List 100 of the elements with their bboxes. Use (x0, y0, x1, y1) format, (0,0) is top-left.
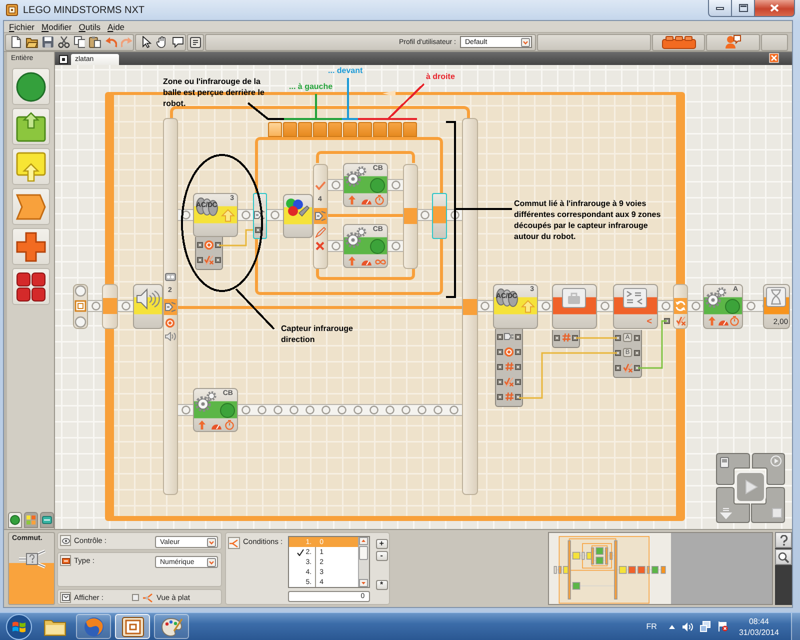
maximize-button[interactable] (732, 0, 755, 17)
speaker-icon[interactable] (682, 622, 693, 632)
annotation: ... à gauche (289, 81, 334, 92)
caret-icon (207, 538, 216, 546)
start-button[interactable] (6, 614, 32, 640)
palette-tab[interactable] (24, 512, 38, 528)
target-icon (165, 318, 175, 328)
sequence-beam (417, 209, 432, 221)
save-icon[interactable] (42, 36, 54, 48)
open-folder-icon[interactable] (26, 36, 38, 48)
clock-date[interactable]: 31/03/2014 (738, 626, 779, 638)
menu-item[interactable]: Modifier (42, 22, 72, 32)
palette-item[interactable] (12, 268, 50, 305)
scrollbar[interactable] (358, 537, 369, 587)
download-button[interactable] (716, 487, 750, 523)
stop-button[interactable] (751, 487, 785, 523)
language-indicator[interactable]: FR (646, 622, 657, 631)
palette-tab[interactable] (40, 512, 54, 528)
circle-icon (10, 515, 20, 525)
switch-connector (432, 193, 447, 239)
scroll-down-icon (358, 579, 368, 587)
program-icon (59, 55, 68, 64)
switch-icon (18, 548, 46, 570)
search-icon (778, 552, 789, 562)
arrow-tile-icon (16, 112, 46, 142)
brick-screen-icon (720, 457, 729, 468)
arrow-icon (198, 420, 206, 430)
clock-time[interactable]: 08:44 (748, 616, 769, 626)
globe-icon (82, 616, 104, 636)
add-condition-button[interactable]: + (376, 539, 388, 549)
show-desktop-button[interactable] (791, 613, 800, 640)
data-wire (218, 229, 254, 246)
default-condition-button[interactable]: * (376, 580, 388, 590)
circle-icon (370, 178, 385, 193)
menu-item[interactable]: Fichier (9, 22, 35, 32)
hand-icon[interactable] (156, 36, 168, 48)
speaker-icon (136, 288, 160, 310)
annotation: à droite (426, 71, 456, 82)
connector-icon (165, 301, 176, 313)
annotation: Commut lié à l'infrarouge à 9 voies différentes correspondant aux 9 zones découpés par le capteur infrarouge autour du robot. (514, 198, 662, 243)
paint-palette-icon (160, 616, 182, 636)
sequence-beam (477, 300, 493, 312)
close-button[interactable] (755, 0, 795, 17)
speed-icon (361, 258, 372, 266)
menu-item[interactable]: Aide (108, 22, 125, 32)
sequence-beam (658, 300, 673, 312)
scroll-up-icon (358, 537, 368, 545)
hash-icon (504, 362, 514, 371)
cut-icon[interactable] (58, 36, 70, 48)
grid-icon (16, 272, 46, 302)
logic-icon (204, 254, 214, 264)
flat-view-icon (142, 593, 154, 603)
palette-tab[interactable] (8, 512, 22, 528)
new-file-icon[interactable] (10, 36, 22, 48)
remove-condition-button[interactable]: - (376, 551, 388, 561)
direction-arrow-icon (382, 90, 396, 97)
sequence-beam (743, 300, 763, 312)
flat-view-checkbox[interactable] (132, 594, 140, 601)
gears-icon (195, 391, 217, 412)
sequence-beam (328, 179, 343, 191)
person-icon[interactable] (725, 35, 741, 49)
taskbar-app[interactable] (76, 614, 111, 639)
play-circle-icon (770, 456, 782, 466)
sequence-beam (238, 209, 253, 221)
taskbar-app[interactable] (154, 614, 189, 639)
palette-item[interactable] (12, 68, 50, 105)
connector-icon (254, 209, 265, 221)
connector-icon (315, 210, 326, 222)
run-selected-button[interactable] (752, 453, 785, 485)
sequence-beam (538, 300, 552, 312)
pointer-icon[interactable] (140, 36, 152, 48)
copy-icon[interactable] (74, 36, 86, 48)
sensor-icon (495, 287, 519, 307)
zoom-button[interactable] (775, 549, 792, 565)
comment-icon[interactable] (172, 36, 184, 48)
menu-item[interactable]: Outils (78, 22, 101, 32)
arrow-icon (708, 316, 716, 326)
paste-icon[interactable] (89, 36, 102, 48)
circle-icon (725, 299, 740, 314)
annotation: ... devant (328, 65, 364, 76)
network-icon[interactable] (700, 621, 711, 632)
close-icon[interactable] (769, 53, 779, 63)
caret-icon (207, 558, 216, 566)
up-arrow-icon[interactable] (668, 624, 675, 628)
sequence-beam (388, 179, 403, 191)
loop-start (102, 284, 118, 329)
minimize-button[interactable] (708, 0, 732, 17)
palette-item[interactable] (12, 228, 50, 265)
speed-icon (361, 197, 372, 205)
flag-icon[interactable] (718, 621, 728, 632)
brick-icon[interactable] (662, 36, 696, 48)
arrow-tile-icon (16, 152, 46, 182)
comparison-icon (623, 288, 647, 308)
block-builder-icon[interactable] (190, 36, 201, 48)
taskbar-app[interactable] (115, 614, 150, 639)
data-plug-icon (664, 318, 670, 324)
palette-item[interactable] (12, 108, 50, 145)
palette-item[interactable] (12, 188, 50, 225)
help-button[interactable] (775, 532, 792, 548)
bar-icon (42, 515, 52, 525)
